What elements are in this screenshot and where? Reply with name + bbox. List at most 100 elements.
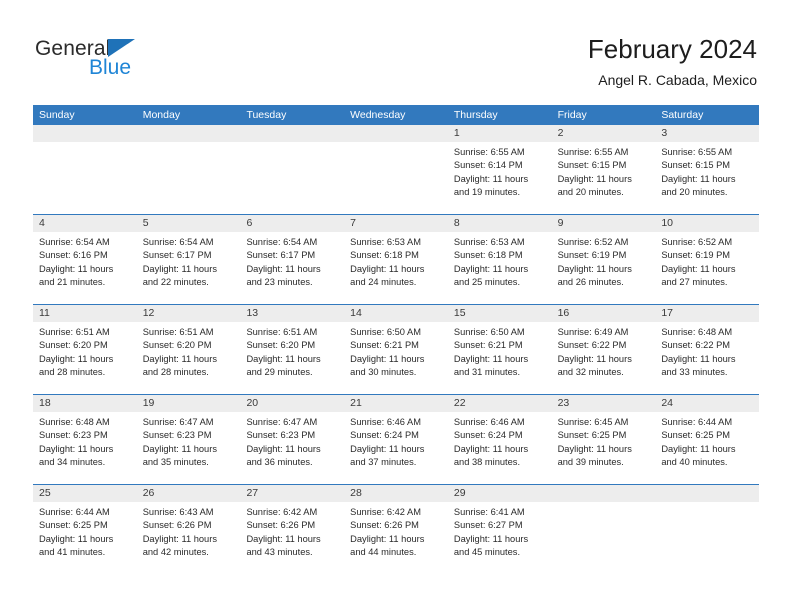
day-number-5[interactable]: 5 (137, 215, 241, 232)
day-number-9[interactable]: 9 (552, 215, 656, 232)
day-number-17[interactable]: 17 (655, 305, 759, 322)
day-cell-13[interactable]: Sunrise: 6:51 AM Sunset: 6:20 PM Daylight:… (240, 322, 344, 394)
weekday-header-sunday: Sunday (39, 109, 75, 121)
day-number-27[interactable]: 27 (240, 485, 344, 502)
day-cell-7[interactable]: Sunrise: 6:53 AM Sunset: 6:18 PM Daylight:… (344, 232, 448, 304)
day-cell-25[interactable]: Sunrise: 6:44 AM Sunset: 6:25 PM Daylight:… (33, 502, 137, 574)
day-number-23[interactable]: 23 (552, 395, 656, 412)
weekday-header-tuesday: Tuesday (246, 109, 287, 121)
day-cell-1[interactable]: Sunrise: 6:55 AM Sunset: 6:14 PM Daylight:… (448, 142, 552, 214)
day-cell-27[interactable]: Sunrise: 6:42 AM Sunset: 6:26 PM Daylight:… (240, 502, 344, 574)
general-blue-logo[interactable]: General Blue (35, 38, 215, 86)
calendar-week-row: 25 26 27 28 29 Sunrise: 6:44 AM Sunset: 6:25 P… (33, 484, 759, 574)
day-cell-29[interactable]: Sunrise: 6:41 AM Sunset: 6:27 PM Daylight:… (448, 502, 552, 574)
sunrise-text: Sunrise: 6:51 AM (142, 327, 214, 337)
daylight-text-line1: Daylight: 11 hours (246, 353, 321, 364)
day-cell-16[interactable]: Sunrise: 6:49 AM Sunset: 6:22 PM Daylight:… (552, 322, 656, 394)
day-cell-6[interactable]: Sunrise: 6:54 AM Sunset: 6:17 PM Daylight:… (240, 232, 344, 304)
day-cell-23[interactable]: Sunrise: 6:45 AM Sunset: 6:25 PM Daylight:… (552, 412, 656, 484)
sunset-text: Sunset: 6:15 PM (557, 160, 627, 171)
day-number-empty (240, 125, 344, 142)
day-number-12[interactable]: 12 (137, 305, 241, 322)
day-cell-2[interactable]: Sunrise: 6:55 AM Sunset: 6:15 PM Daylight:… (552, 142, 656, 214)
day-number-10[interactable]: 10 (655, 215, 759, 232)
day-cell-14[interactable]: Sunrise: 6:50 AM Sunset: 6:21 PM Daylight:… (344, 322, 448, 394)
day-cell-22[interactable]: Sunrise: 6:46 AM Sunset: 6:24 PM Daylight:… (448, 412, 552, 484)
sunset-text: Sunset: 6:24 PM (350, 430, 419, 441)
sunset-text: Sunset: 6:20 PM (142, 340, 212, 351)
day-number-26[interactable]: 26 (137, 485, 241, 502)
daylight-text-line2: and 28 minutes. (142, 367, 209, 378)
title-block: February 2024 Angel R. Cabada, Mexico (588, 33, 757, 89)
day-number-16[interactable]: 16 (552, 305, 656, 322)
day-number-3[interactable]: 3 (655, 125, 759, 142)
day-cell-8[interactable]: Sunrise: 6:53 AM Sunset: 6:18 PM Daylight:… (448, 232, 552, 304)
day-number-11[interactable]: 11 (33, 305, 137, 322)
sunset-text: Sunset: 6:15 PM (661, 160, 731, 171)
day-cell-19[interactable]: Sunrise: 6:47 AM Sunset: 6:23 PM Daylight:… (137, 412, 241, 484)
sunset-text: Sunset: 6:21 PM (453, 340, 523, 351)
day-cell-4[interactable]: Sunrise: 6:54 AM Sunset: 6:16 PM Daylight:… (33, 232, 137, 304)
page-subtitle: Angel R. Cabada, Mexico (598, 72, 757, 88)
day-number-8[interactable]: 8 (448, 215, 552, 232)
day-cell-5[interactable]: Sunrise: 6:54 AM Sunset: 6:17 PM Daylight:… (137, 232, 241, 304)
day-number-2[interactable]: 2 (552, 125, 656, 142)
sunrise-text: Sunrise: 6:48 AM (39, 417, 110, 427)
sunset-text: Sunset: 6:25 PM (557, 430, 627, 441)
daylight-text-line2: and 37 minutes. (350, 457, 417, 468)
day-number-15[interactable]: 15 (448, 305, 552, 322)
day-cell-26[interactable]: Sunrise: 6:43 AM Sunset: 6:26 PM Daylight:… (137, 502, 241, 574)
day-number-6[interactable]: 6 (240, 215, 344, 232)
day-cell-24[interactable]: Sunrise: 6:44 AM Sunset: 6:25 PM Daylight:… (655, 412, 759, 484)
day-cell-15[interactable]: Sunrise: 6:50 AM Sunset: 6:21 PM Daylight:… (448, 322, 552, 394)
daylight-text-line2: and 21 minutes. (39, 277, 106, 288)
day-cell-28[interactable]: Sunrise: 6:42 AM Sunset: 6:26 PM Daylight:… (344, 502, 448, 574)
day-cell-21[interactable]: Sunrise: 6:46 AM Sunset: 6:24 PM Daylight:… (344, 412, 448, 484)
sunset-text: Sunset: 6:22 PM (661, 340, 731, 351)
day-number-19[interactable]: 19 (137, 395, 241, 412)
day-number-25[interactable]: 25 (33, 485, 137, 502)
day-number-22[interactable]: 22 (448, 395, 552, 412)
daylight-text-line2: and 33 minutes. (661, 367, 728, 378)
day-cell-9[interactable]: Sunrise: 6:52 AM Sunset: 6:19 PM Daylight:… (552, 232, 656, 304)
day-cell-17[interactable]: Sunrise: 6:48 AM Sunset: 6:22 PM Daylight:… (655, 322, 759, 394)
day-number-4[interactable]: 4 (33, 215, 137, 232)
day-number-1[interactable]: 1 (448, 125, 552, 142)
day-number-13[interactable]: 13 (240, 305, 344, 322)
day-number-28[interactable]: 28 (344, 485, 448, 502)
day-cell-11[interactable]: Sunrise: 6:51 AM Sunset: 6:20 PM Daylight:… (33, 322, 137, 394)
day-number-empty (137, 125, 241, 142)
daylight-text-line1: Daylight: 11 hours (142, 263, 217, 274)
day-cell-12[interactable]: Sunrise: 6:51 AM Sunset: 6:20 PM Daylight:… (137, 322, 241, 394)
day-cell-10[interactable]: Sunrise: 6:52 AM Sunset: 6:19 PM Daylight:… (655, 232, 759, 304)
day-number-7[interactable]: 7 (344, 215, 448, 232)
daylight-text-line1: Daylight: 11 hours (557, 443, 632, 454)
day-number-18[interactable]: 18 (33, 395, 137, 412)
week-daynumber-row: 11 12 13 14 15 16 17 (33, 305, 759, 322)
daylight-text-line1: Daylight: 11 hours (453, 533, 529, 544)
week-body-row: Sunrise: 6:54 AM Sunset: 6:16 PM Daylight:… (33, 232, 759, 304)
blue-triangle-icon (108, 39, 135, 57)
daylight-text-line2: and 38 minutes. (453, 457, 521, 468)
day-cell-20[interactable]: Sunrise: 6:47 AM Sunset: 6:23 PM Daylight:… (240, 412, 344, 484)
sunrise-text: Sunrise: 6:44 AM (39, 507, 110, 517)
daylight-text-line1: Daylight: 11 hours (142, 533, 217, 544)
sunrise-text: Sunrise: 6:55 AM (661, 147, 733, 157)
sunset-text: Sunset: 6:25 PM (39, 520, 108, 531)
sunset-text: Sunset: 6:16 PM (39, 250, 108, 261)
week-daynumber-row: 18 19 20 21 22 23 24 (33, 395, 759, 412)
day-number-24[interactable]: 24 (655, 395, 759, 412)
sunrise-text: Sunrise: 6:54 AM (246, 237, 318, 247)
day-number-29[interactable]: 29 (448, 485, 552, 502)
daylight-text-line1: Daylight: 11 hours (453, 353, 529, 364)
weekday-header-wednesday: Wednesday (350, 109, 406, 121)
day-number-20[interactable]: 20 (240, 395, 344, 412)
day-cell-3[interactable]: Sunrise: 6:55 AM Sunset: 6:15 PM Daylight:… (655, 142, 759, 214)
daylight-text-line1: Daylight: 11 hours (661, 443, 736, 454)
day-number-empty (33, 125, 137, 142)
day-number-14[interactable]: 14 (344, 305, 448, 322)
day-cell-18[interactable]: Sunrise: 6:48 AM Sunset: 6:23 PM Daylight:… (33, 412, 137, 484)
sunrise-text: Sunrise: 6:41 AM (453, 507, 525, 517)
day-number-21[interactable]: 21 (344, 395, 448, 412)
daylight-text-line2: and 22 minutes. (142, 277, 209, 288)
